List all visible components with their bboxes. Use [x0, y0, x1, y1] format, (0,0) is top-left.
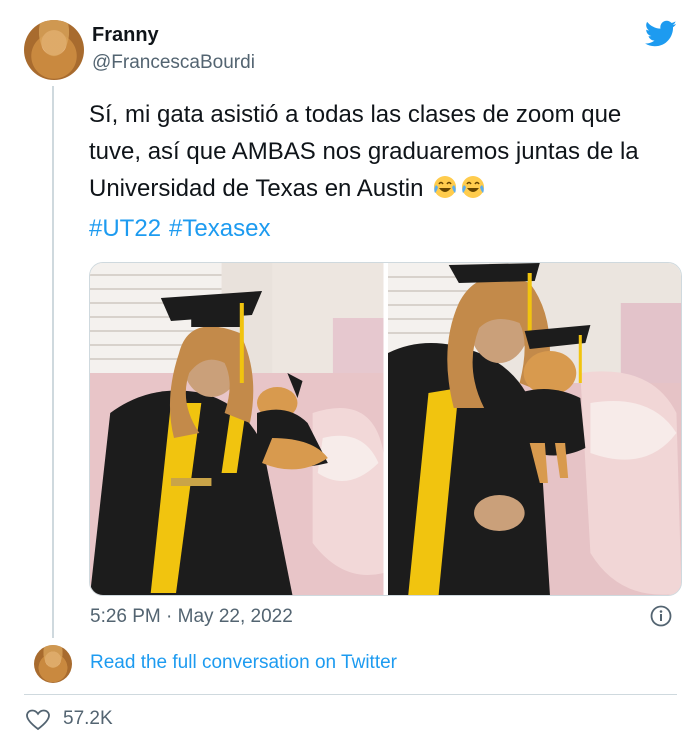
- author-avatar[interactable]: [24, 20, 84, 80]
- media-grid: [89, 262, 682, 596]
- read-conversation-link[interactable]: Read the full conversation on Twitter: [90, 652, 397, 674]
- like-count[interactable]: 57.2K: [63, 708, 113, 730]
- hashtag-link[interactable]: #Texasex: [169, 215, 270, 242]
- info-icon[interactable]: [650, 605, 672, 627]
- thread-line: [52, 86, 54, 638]
- hashtags: #UT22 #Texasex: [89, 215, 278, 243]
- photo-right[interactable]: [387, 263, 681, 595]
- tweet-text-content: Sí, mi gata asistió a todas las clases d…: [89, 101, 639, 202]
- twitter-bird-icon[interactable]: [645, 20, 677, 48]
- divider: [24, 694, 677, 695]
- tweet-text: Sí, mi gata asistió a todas las clases d…: [89, 96, 679, 207]
- hashtag-link[interactable]: #UT22: [89, 215, 161, 242]
- heart-icon[interactable]: [26, 709, 50, 731]
- tweet-timestamp[interactable]: 5:26 PM · May 22, 2022: [90, 606, 293, 628]
- tears-of-joy-emoji-icon: [462, 176, 485, 198]
- tears-of-joy-emoji-icon: [434, 176, 457, 198]
- author-handle[interactable]: @FrancescaBourdi: [92, 52, 255, 74]
- author-avatar-small[interactable]: [34, 645, 72, 683]
- photo-left[interactable]: [90, 263, 384, 595]
- author-display-name[interactable]: Franny: [92, 24, 159, 47]
